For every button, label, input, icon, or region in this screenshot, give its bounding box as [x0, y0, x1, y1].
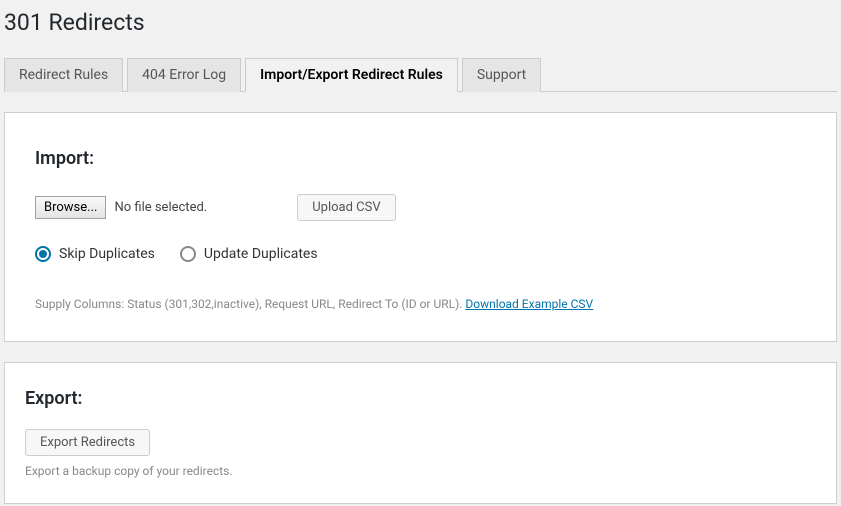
export-hint: Export a backup copy of your redirects.	[25, 464, 816, 478]
upload-csv-button[interactable]: Upload CSV	[297, 194, 395, 221]
tabs: Redirect Rules 404 Error Log Import/Expo…	[4, 58, 837, 92]
import-hint-text: Supply Columns: Status (301,302,inactive…	[35, 297, 465, 311]
tab-import-export[interactable]: Import/Export Redirect Rules	[245, 58, 458, 92]
browse-button[interactable]: Browse...	[35, 196, 106, 219]
import-panel: Import: Browse... No file selected. Uplo…	[4, 112, 837, 342]
tab-404-error-log[interactable]: 404 Error Log	[127, 58, 241, 92]
radio-skip-label: Skip Duplicates	[59, 246, 155, 262]
file-row: Browse... No file selected. Upload CSV	[35, 194, 801, 221]
import-heading: Import:	[35, 148, 801, 169]
file-status: No file selected.	[114, 200, 207, 215]
tab-support[interactable]: Support	[462, 58, 541, 92]
export-panel: Export: Export Redirects Export a backup…	[4, 362, 837, 504]
download-example-csv-link[interactable]: Download Example CSV	[465, 297, 593, 311]
radio-icon	[180, 246, 196, 262]
duplicate-options: Skip Duplicates Update Duplicates	[35, 246, 801, 262]
page-title: 301 Redirects	[4, 0, 837, 40]
radio-update-duplicates[interactable]: Update Duplicates	[180, 246, 318, 262]
radio-skip-duplicates[interactable]: Skip Duplicates	[35, 246, 155, 262]
export-heading: Export:	[25, 388, 816, 409]
export-redirects-button[interactable]: Export Redirects	[25, 429, 150, 456]
tab-redirect-rules[interactable]: Redirect Rules	[4, 58, 123, 92]
import-hint: Supply Columns: Status (301,302,inactive…	[35, 297, 801, 311]
radio-icon	[35, 246, 51, 262]
radio-update-label: Update Duplicates	[204, 246, 318, 262]
